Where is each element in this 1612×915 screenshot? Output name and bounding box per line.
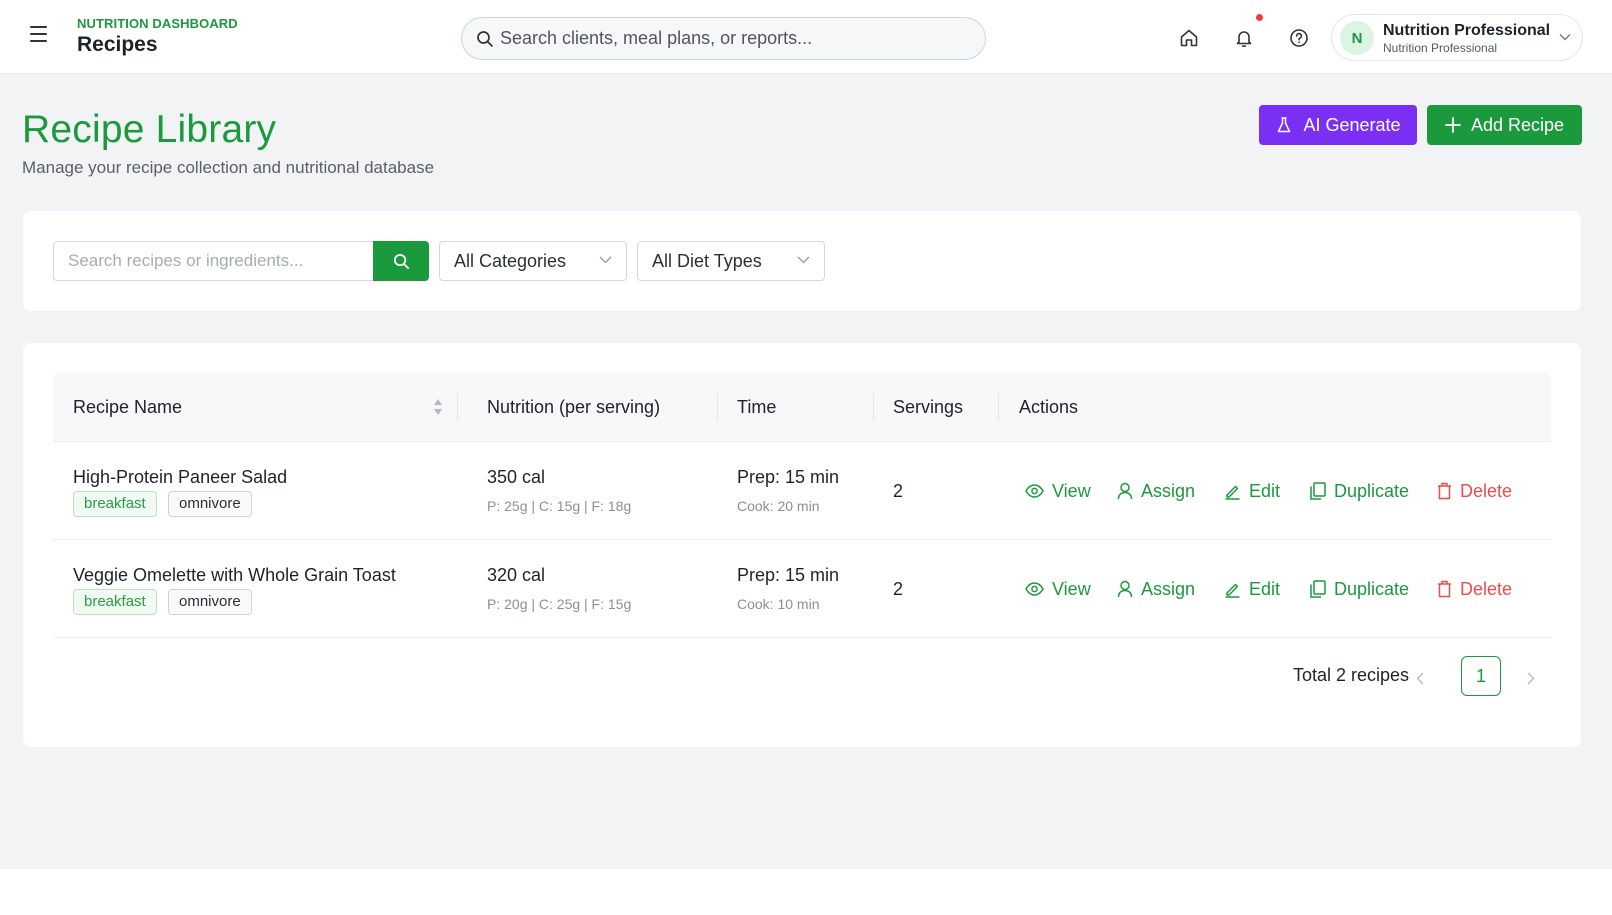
cook-time: Cook: 20 min	[737, 498, 820, 514]
diet-tag: omnivore	[168, 589, 252, 615]
diet-type-select[interactable]: All Diet Types	[637, 241, 825, 281]
user-icon	[1117, 482, 1133, 500]
table-row: High-Protein Paneer Salad breakfast omni…	[53, 443, 1551, 540]
column-divider	[717, 393, 718, 421]
column-divider	[873, 393, 874, 421]
page-title: Recipe Library	[22, 108, 277, 151]
edit-button[interactable]: Edit	[1224, 477, 1280, 505]
notification-dot	[1256, 14, 1263, 21]
macros: P: 20g | C: 25g | F: 15g	[487, 596, 632, 612]
recipe-name[interactable]: Veggie Omelette with Whole Grain Toast	[73, 565, 396, 586]
category-tag: breakfast	[73, 589, 157, 615]
header-title: Recipes	[77, 33, 158, 56]
servings: 2	[893, 579, 904, 599]
prep-time: Prep: 15 min	[737, 467, 840, 487]
duplicate-label: Duplicate	[1334, 578, 1410, 599]
copy-icon	[1310, 580, 1326, 598]
global-search[interactable]	[461, 17, 986, 60]
delete-button[interactable]: Delete	[1437, 575, 1512, 603]
search-icon	[477, 30, 493, 47]
edit-button[interactable]: Edit	[1224, 575, 1280, 603]
column-header-servings: Servings	[893, 397, 964, 417]
ai-generate-button[interactable]: AI Generate	[1259, 105, 1417, 145]
recipe-name[interactable]: High-Protein Paneer Salad	[73, 467, 287, 488]
user-icon	[1117, 580, 1133, 598]
calories: 350 cal	[487, 467, 546, 487]
top-header: NUTRITION DASHBOARD Recipes N Nutrition …	[0, 0, 1612, 74]
copy-icon	[1310, 482, 1326, 500]
global-search-input[interactable]	[500, 28, 970, 49]
recipe-search-button[interactable]	[373, 241, 429, 281]
column-divider	[457, 393, 458, 421]
diet-type-select-value: All Diet Types	[652, 250, 762, 271]
assign-label: Assign	[1141, 578, 1196, 599]
sort-icon[interactable]	[433, 398, 443, 416]
chevron-left-icon[interactable]	[1416, 672, 1424, 685]
bell-icon[interactable]	[1233, 27, 1255, 49]
servings: 2	[893, 481, 904, 501]
filter-card: All Categories All Diet Types	[23, 211, 1581, 311]
column-header-recipe-name[interactable]: Recipe Name	[73, 373, 182, 442]
column-header-nutrition: Nutrition (per serving)	[487, 397, 661, 417]
diet-tag: omnivore	[168, 491, 252, 517]
add-recipe-button[interactable]: Add Recipe	[1427, 105, 1582, 145]
recipe-search-input[interactable]	[53, 241, 374, 281]
add-recipe-label: Add Recipe	[1470, 114, 1565, 135]
user-name: Nutrition Professional	[1383, 22, 1551, 39]
category-select[interactable]: All Categories	[439, 241, 627, 281]
search-icon	[393, 253, 409, 269]
total-count: Total 2 recipes	[1293, 665, 1410, 685]
category-tag: breakfast	[73, 491, 157, 517]
page-number-current[interactable]: 1	[1461, 656, 1501, 696]
chevron-down-icon	[797, 256, 810, 264]
app-root: NUTRITION DASHBOARD Recipes N Nutrition …	[0, 0, 1612, 869]
delete-button[interactable]: Delete	[1437, 477, 1512, 505]
assign-button[interactable]: Assign	[1117, 477, 1195, 505]
brand-kicker: NUTRITION DASHBOARD	[77, 16, 238, 31]
view-button[interactable]: View	[1025, 575, 1091, 603]
duplicate-label: Duplicate	[1334, 480, 1410, 501]
ai-generate-label: AI Generate	[1303, 114, 1401, 135]
column-divider	[998, 393, 999, 421]
cook-time: Cook: 10 min	[737, 596, 820, 612]
category-select-value: All Categories	[454, 250, 567, 271]
duplicate-button[interactable]: Duplicate	[1310, 575, 1409, 603]
delete-label: Delete	[1460, 578, 1513, 599]
calories: 320 cal	[487, 565, 546, 585]
edit-icon	[1225, 485, 1240, 500]
recipes-table-card: Recipe Name Nutrition (per serving) Time…	[23, 343, 1581, 747]
prep-time: Prep: 15 min	[737, 565, 840, 585]
column-header-time: Time	[737, 397, 777, 417]
delete-label: Delete	[1460, 480, 1513, 501]
assign-button[interactable]: Assign	[1117, 575, 1195, 603]
edit-label: Edit	[1249, 480, 1281, 501]
avatar: N	[1340, 21, 1374, 55]
menu-icon[interactable]	[30, 26, 52, 48]
chevron-down-icon	[599, 256, 612, 264]
view-label: View	[1052, 578, 1091, 599]
table-row: Veggie Omelette with Whole Grain Toast b…	[53, 541, 1551, 638]
page-subtitle: Manage your recipe collection and nutrit…	[22, 158, 435, 177]
user-role: Nutrition Professional	[1383, 41, 1498, 55]
user-menu[interactable]: N Nutrition Professional Nutrition Profe…	[1331, 14, 1583, 61]
plus-icon	[1445, 117, 1461, 133]
trash-icon	[1438, 580, 1451, 598]
eye-icon	[1025, 484, 1044, 498]
table-header: Recipe Name Nutrition (per serving) Time…	[53, 373, 1551, 442]
trash-icon	[1438, 482, 1451, 500]
duplicate-button[interactable]: Duplicate	[1310, 477, 1409, 505]
chevron-right-icon[interactable]	[1527, 672, 1535, 685]
home-icon[interactable]	[1178, 27, 1200, 49]
edit-icon	[1225, 583, 1240, 598]
help-icon[interactable]	[1288, 27, 1310, 49]
macros: P: 25g | C: 15g | F: 18g	[487, 498, 632, 514]
edit-label: Edit	[1249, 578, 1281, 599]
column-header-actions: Actions	[1019, 397, 1079, 417]
view-label: View	[1052, 480, 1091, 501]
chevron-down-icon	[1559, 34, 1571, 41]
eye-icon	[1025, 582, 1044, 596]
view-button[interactable]: View	[1025, 477, 1091, 505]
assign-label: Assign	[1141, 480, 1196, 501]
flask-icon	[1278, 117, 1291, 133]
